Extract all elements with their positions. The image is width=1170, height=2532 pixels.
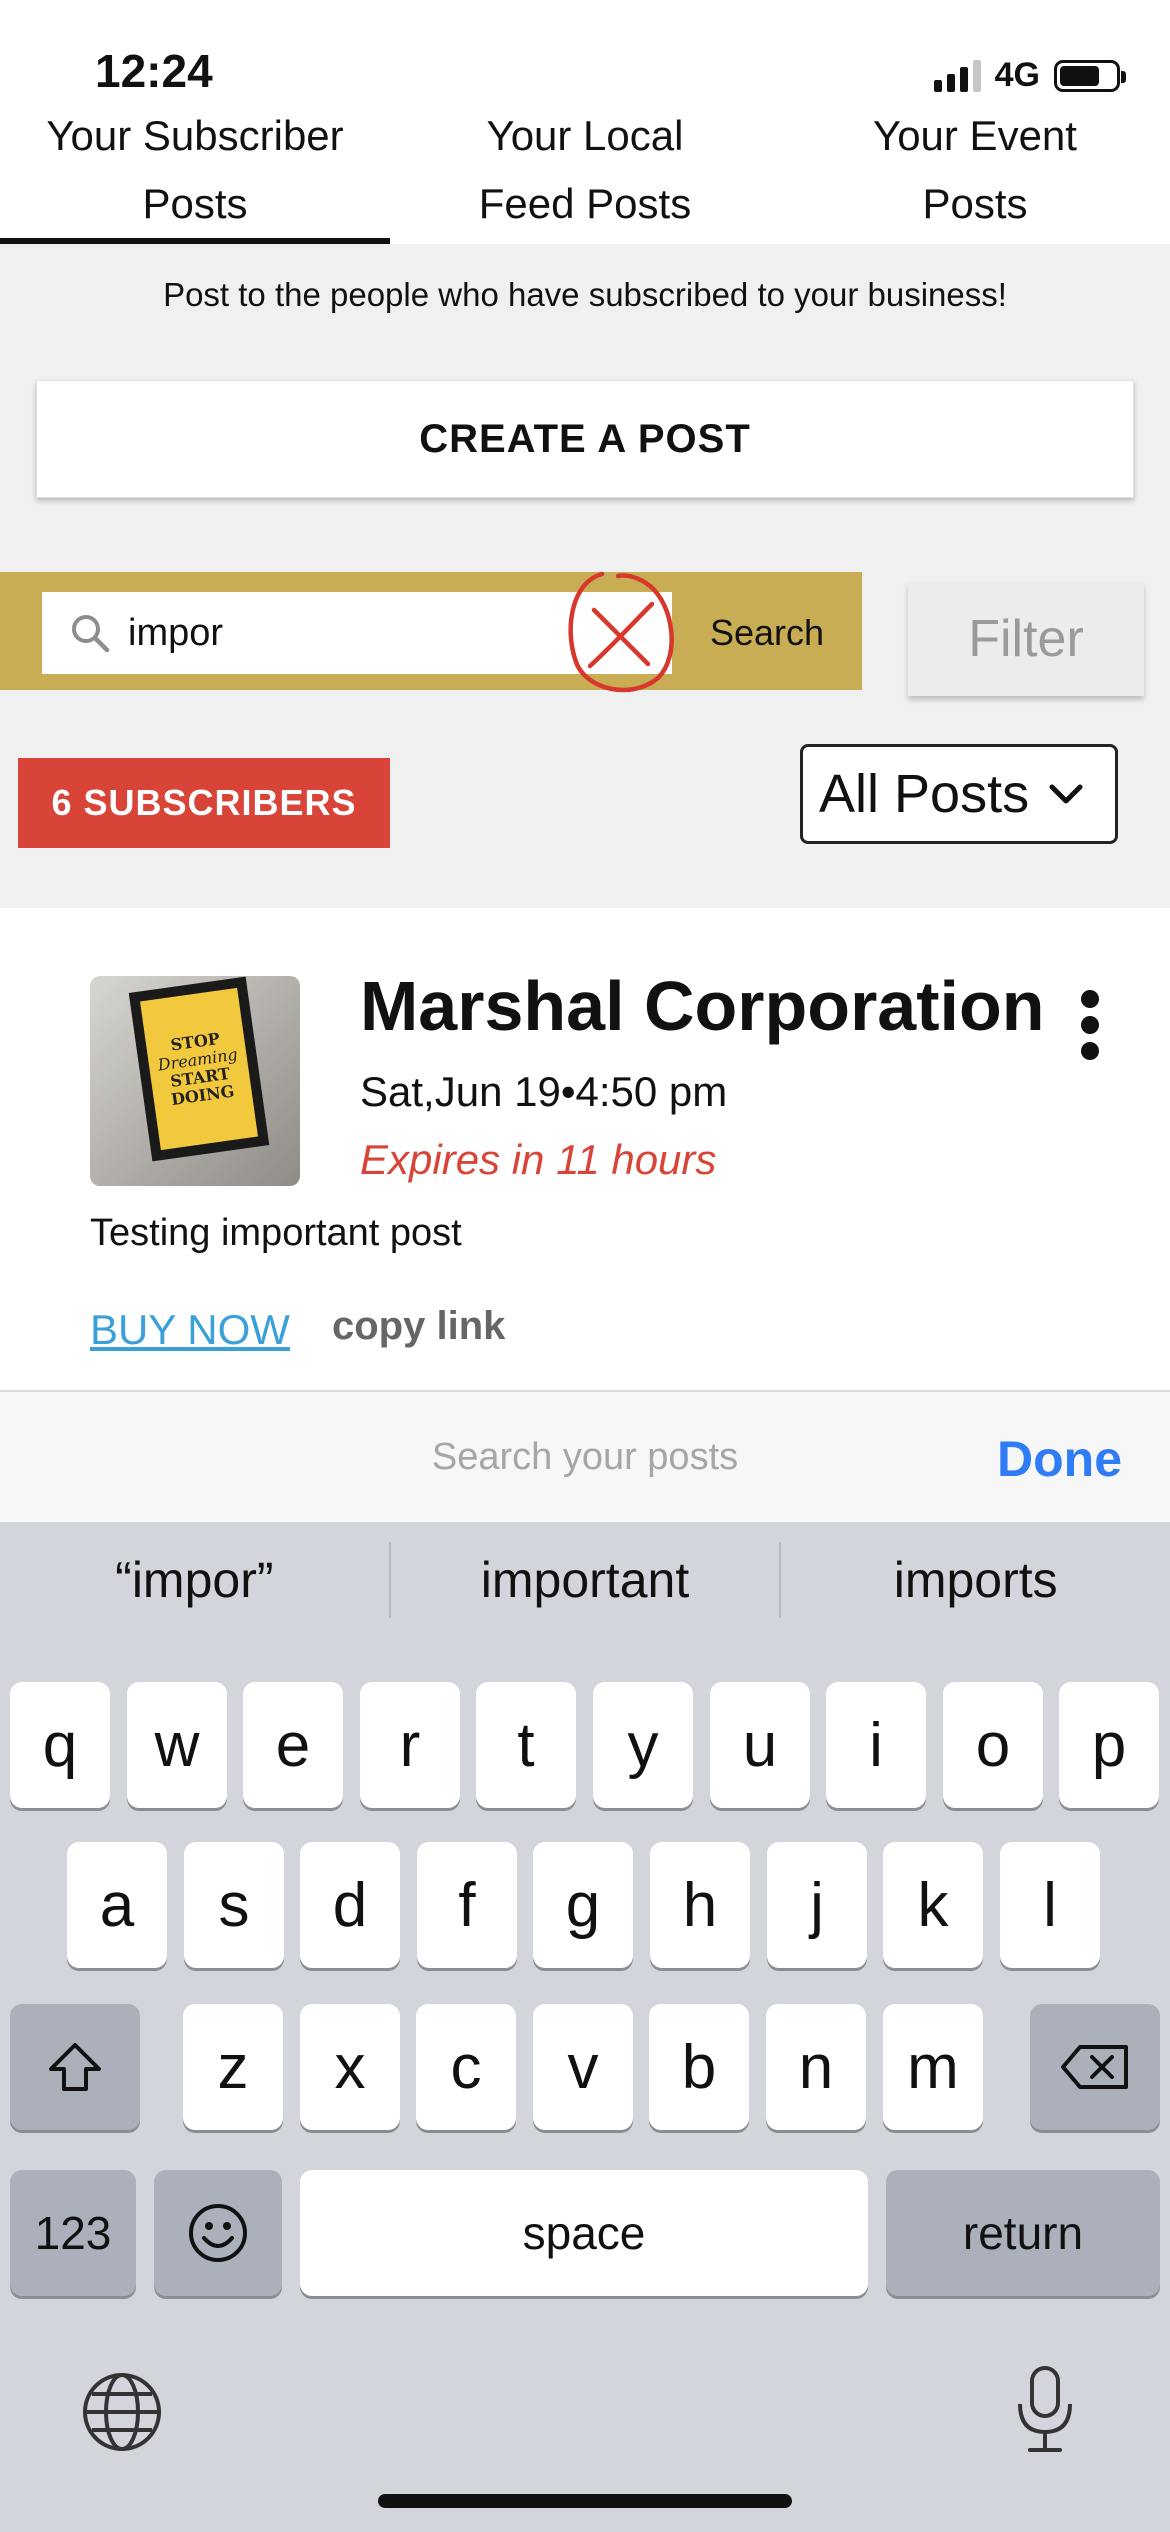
key-c[interactable]: c	[416, 2004, 516, 2130]
buy-now-link[interactable]: BUY NOW	[90, 1306, 290, 1354]
status-time: 12:24	[95, 45, 213, 97]
post-thumbnail: STOP Dreaming START DOING	[90, 976, 300, 1186]
key-n[interactable]: n	[766, 2004, 866, 2130]
tab-event-posts[interactable]: Your Event Posts	[780, 100, 1170, 242]
key-s[interactable]: s	[184, 1842, 284, 1968]
posts-filter-value: All Posts	[819, 764, 1030, 824]
tab-subscriber-posts[interactable]: Your Subscriber Posts	[0, 100, 390, 244]
tab-label-line1: Your Subscriber	[46, 112, 344, 159]
key-e[interactable]: e	[243, 1682, 343, 1808]
home-indicator	[378, 2494, 792, 2508]
search-icon	[60, 603, 120, 663]
status-bar: 12:24 4G	[0, 0, 1170, 100]
key-j[interactable]: j	[767, 1842, 867, 1968]
posts-filter-select[interactable]: All Posts	[800, 744, 1118, 844]
post-body: Testing important post	[90, 1212, 462, 1254]
key-u[interactable]: u	[710, 1682, 810, 1808]
search-input-value: impor	[128, 611, 224, 654]
shift-key[interactable]	[10, 2004, 140, 2130]
tab-label-line1: Your Local	[486, 112, 684, 159]
suggestion-item[interactable]: “impor”	[0, 1551, 389, 1609]
tab-label-line2: Feed Posts	[478, 180, 692, 227]
search-bar: impor Search	[0, 571, 862, 693]
search-button[interactable]: Search	[672, 592, 862, 674]
poster-image: STOP Dreaming START DOING	[128, 976, 270, 1162]
key-t[interactable]: t	[476, 1682, 576, 1808]
space-key[interactable]: space	[300, 2170, 868, 2296]
subscribers-count-button[interactable]: 6 SUBSCRIBERS	[18, 758, 390, 848]
filter-button[interactable]: Filter	[908, 582, 1144, 696]
tab-label-line2: Posts	[922, 180, 1028, 227]
delete-key[interactable]	[1030, 2004, 1160, 2130]
keyboard: “impor” important imports qwertyuiop asdf…	[0, 1522, 1170, 2532]
tab-bar: Your Subscriber Posts Your Local Feed Po…	[0, 100, 1170, 244]
search-input[interactable]: impor	[42, 571, 674, 693]
suggestion-item[interactable]: imports	[781, 1551, 1170, 1609]
key-k[interactable]: k	[883, 1842, 983, 1968]
numbers-key[interactable]: 123	[10, 2170, 136, 2296]
key-o[interactable]: o	[943, 1682, 1043, 1808]
subscriber-posts-panel: Post to the people who have subscribed t…	[0, 244, 1170, 908]
post-expiry: Expires in 11 hours	[360, 1136, 717, 1183]
clear-search-icon[interactable]	[562, 566, 678, 702]
key-q[interactable]: q	[10, 1682, 110, 1808]
create-post-button[interactable]: CREATE A POST	[36, 380, 1134, 498]
globe-icon[interactable]	[80, 2370, 164, 2454]
key-r[interactable]: r	[360, 1682, 460, 1808]
key-p[interactable]: p	[1059, 1682, 1159, 1808]
key-l[interactable]: l	[1000, 1842, 1100, 1968]
suggestion-item[interactable]: important	[391, 1551, 780, 1609]
tab-local-feed-posts[interactable]: Your Local Feed Posts	[390, 100, 780, 242]
emoji-key[interactable]	[154, 2170, 282, 2296]
post-card: STOP Dreaming START DOING Marshal Corpor…	[0, 908, 1170, 1390]
copy-link-button[interactable]: copy link	[332, 1304, 505, 1349]
suggestion-bar: “impor” important imports	[0, 1522, 1170, 1638]
intro-text: Post to the people who have subscribed t…	[163, 276, 1007, 313]
key-f[interactable]: f	[417, 1842, 517, 1968]
post-date: Sat,Jun 19•4:50 pm	[360, 1068, 728, 1115]
return-key[interactable]: return	[886, 2170, 1160, 2296]
key-i[interactable]: i	[826, 1682, 926, 1808]
chevron-down-icon	[1047, 781, 1085, 807]
battery-icon	[1054, 59, 1126, 92]
key-d[interactable]: d	[300, 1842, 400, 1968]
tab-label-line1: Your Event	[873, 112, 1077, 159]
status-indicators: 4G	[933, 56, 1126, 95]
microphone-icon[interactable]	[1010, 2364, 1080, 2456]
more-options-icon[interactable]	[1076, 990, 1104, 1060]
key-h[interactable]: h	[650, 1842, 750, 1968]
key-z[interactable]: z	[183, 2004, 283, 2130]
key-x[interactable]: x	[300, 2004, 400, 2130]
network-type: 4G	[994, 56, 1040, 94]
accessory-placeholder: Search your posts	[431, 1436, 739, 1478]
key-m[interactable]: m	[883, 2004, 983, 2130]
key-b[interactable]: b	[649, 2004, 749, 2130]
post-business-name: Marshal Corporation	[360, 967, 1045, 1045]
done-button[interactable]: Done	[997, 1430, 1122, 1488]
tab-label-line2: Posts	[142, 180, 248, 227]
key-v[interactable]: v	[533, 2004, 633, 2130]
key-y[interactable]: y	[593, 1682, 693, 1808]
key-g[interactable]: g	[533, 1842, 633, 1968]
key-w[interactable]: w	[127, 1682, 227, 1808]
key-a[interactable]: a	[67, 1842, 167, 1968]
keyboard-accessory-bar: Search your posts Done	[0, 1390, 1170, 1522]
cellular-signal-icon	[933, 59, 981, 92]
